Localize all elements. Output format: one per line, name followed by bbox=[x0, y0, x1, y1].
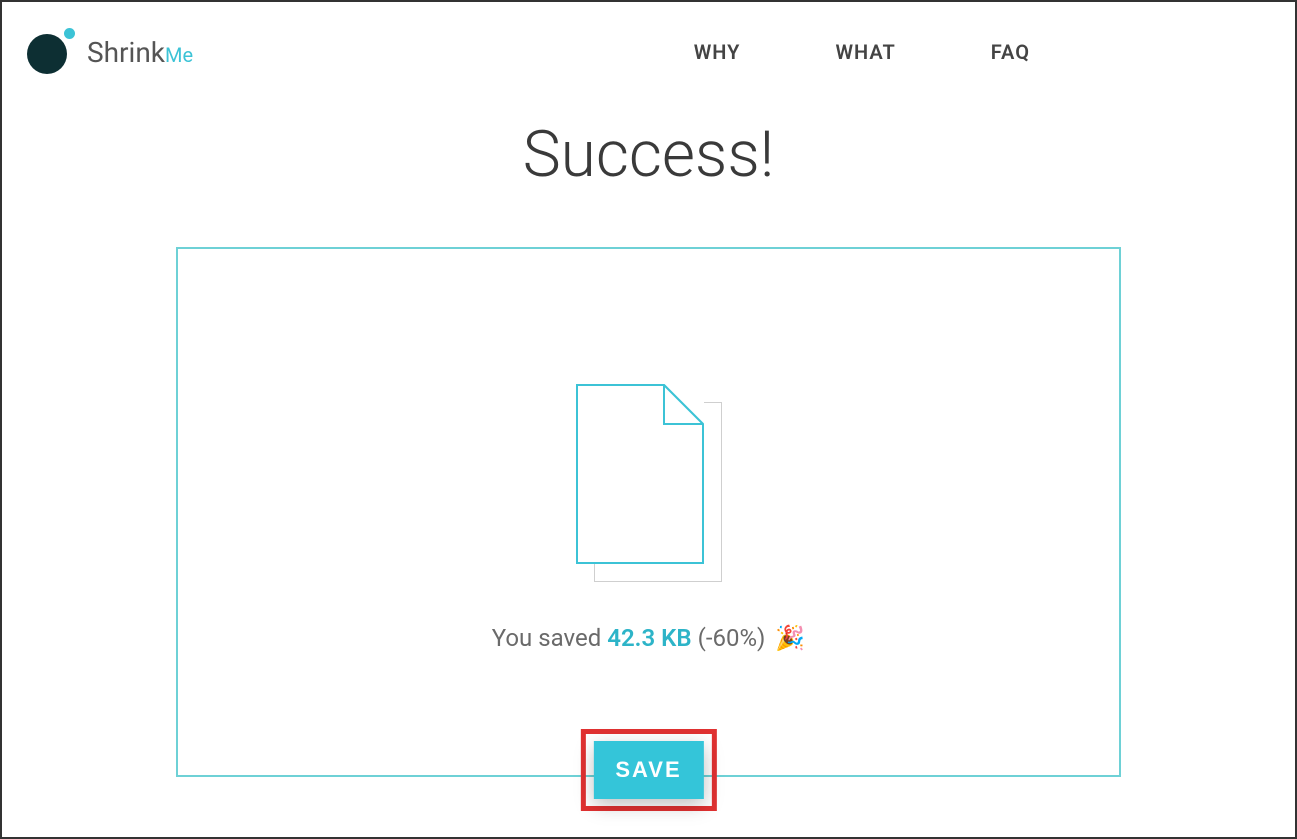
file-front-icon bbox=[576, 384, 704, 564]
page-title: Success! bbox=[2, 117, 1295, 192]
nav-what[interactable]: WHAT bbox=[835, 40, 895, 64]
logo-text: ShrinkMe bbox=[87, 36, 193, 69]
save-highlight-box: SAVE bbox=[580, 729, 716, 811]
party-icon: 🎉 bbox=[775, 624, 805, 652]
saved-percent: (-60%) bbox=[698, 624, 766, 652]
logo-icon bbox=[27, 28, 75, 76]
nav-why[interactable]: WHY bbox=[694, 40, 741, 64]
logo-text-main: Shrink bbox=[87, 36, 165, 69]
files-icon bbox=[576, 384, 721, 584]
nav-faq[interactable]: FAQ bbox=[991, 40, 1030, 64]
saved-prefix: You saved bbox=[492, 624, 602, 652]
save-button[interactable]: SAVE bbox=[593, 741, 703, 799]
logo-text-accent: Me bbox=[165, 43, 193, 67]
logo[interactable]: ShrinkMe bbox=[27, 28, 193, 76]
saved-summary: You saved 42.3 KB (-60%) 🎉 bbox=[492, 624, 806, 652]
nav: WHY WHAT FAQ bbox=[694, 40, 1030, 64]
saved-amount: 42.3 KB bbox=[607, 624, 691, 652]
header: ShrinkMe WHY WHAT FAQ bbox=[2, 2, 1295, 82]
result-panel: You saved 42.3 KB (-60%) 🎉 SAVE bbox=[176, 247, 1121, 777]
